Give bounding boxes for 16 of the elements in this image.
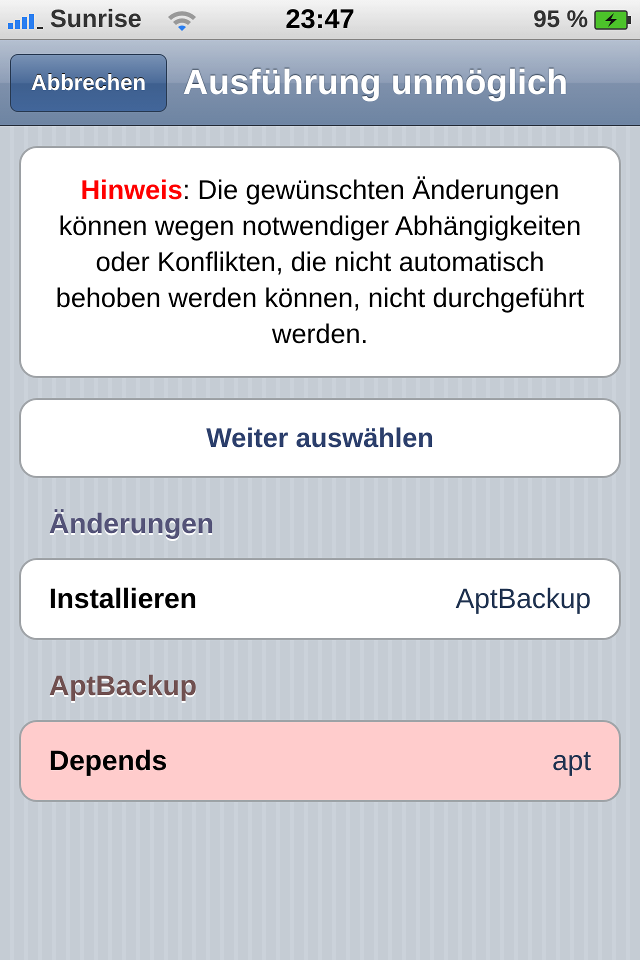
page-title: Ausführung unmöglich	[182, 62, 568, 102]
list-row[interactable]: Installieren AptBackup	[19, 558, 621, 640]
list-row[interactable]: Depends apt	[19, 720, 621, 802]
battery-charging-icon	[594, 10, 632, 30]
row-value: AptBackup	[456, 583, 591, 615]
row-value: apt	[552, 745, 591, 777]
section-header: Änderungen	[49, 508, 214, 540]
section-header: AptBackup	[49, 670, 197, 702]
continue-button[interactable]: Weiter auswählen	[19, 398, 621, 478]
row-label: Installieren	[49, 583, 197, 615]
carrier-name: Sunrise	[50, 5, 142, 34]
cancel-button[interactable]: Abbrechen	[10, 54, 167, 112]
clock-time: 23:47	[285, 4, 355, 35]
row-label: Depends	[49, 745, 168, 777]
battery-percentage: 95 %	[533, 6, 588, 34]
notice-message: Hinweis: Die gewünschten Änderungen können wegen notwendiger Abhängigkeiten oder Konflikten, die nicht automatisch behoben werden können, nicht durchgeführt werden.	[19, 146, 621, 378]
